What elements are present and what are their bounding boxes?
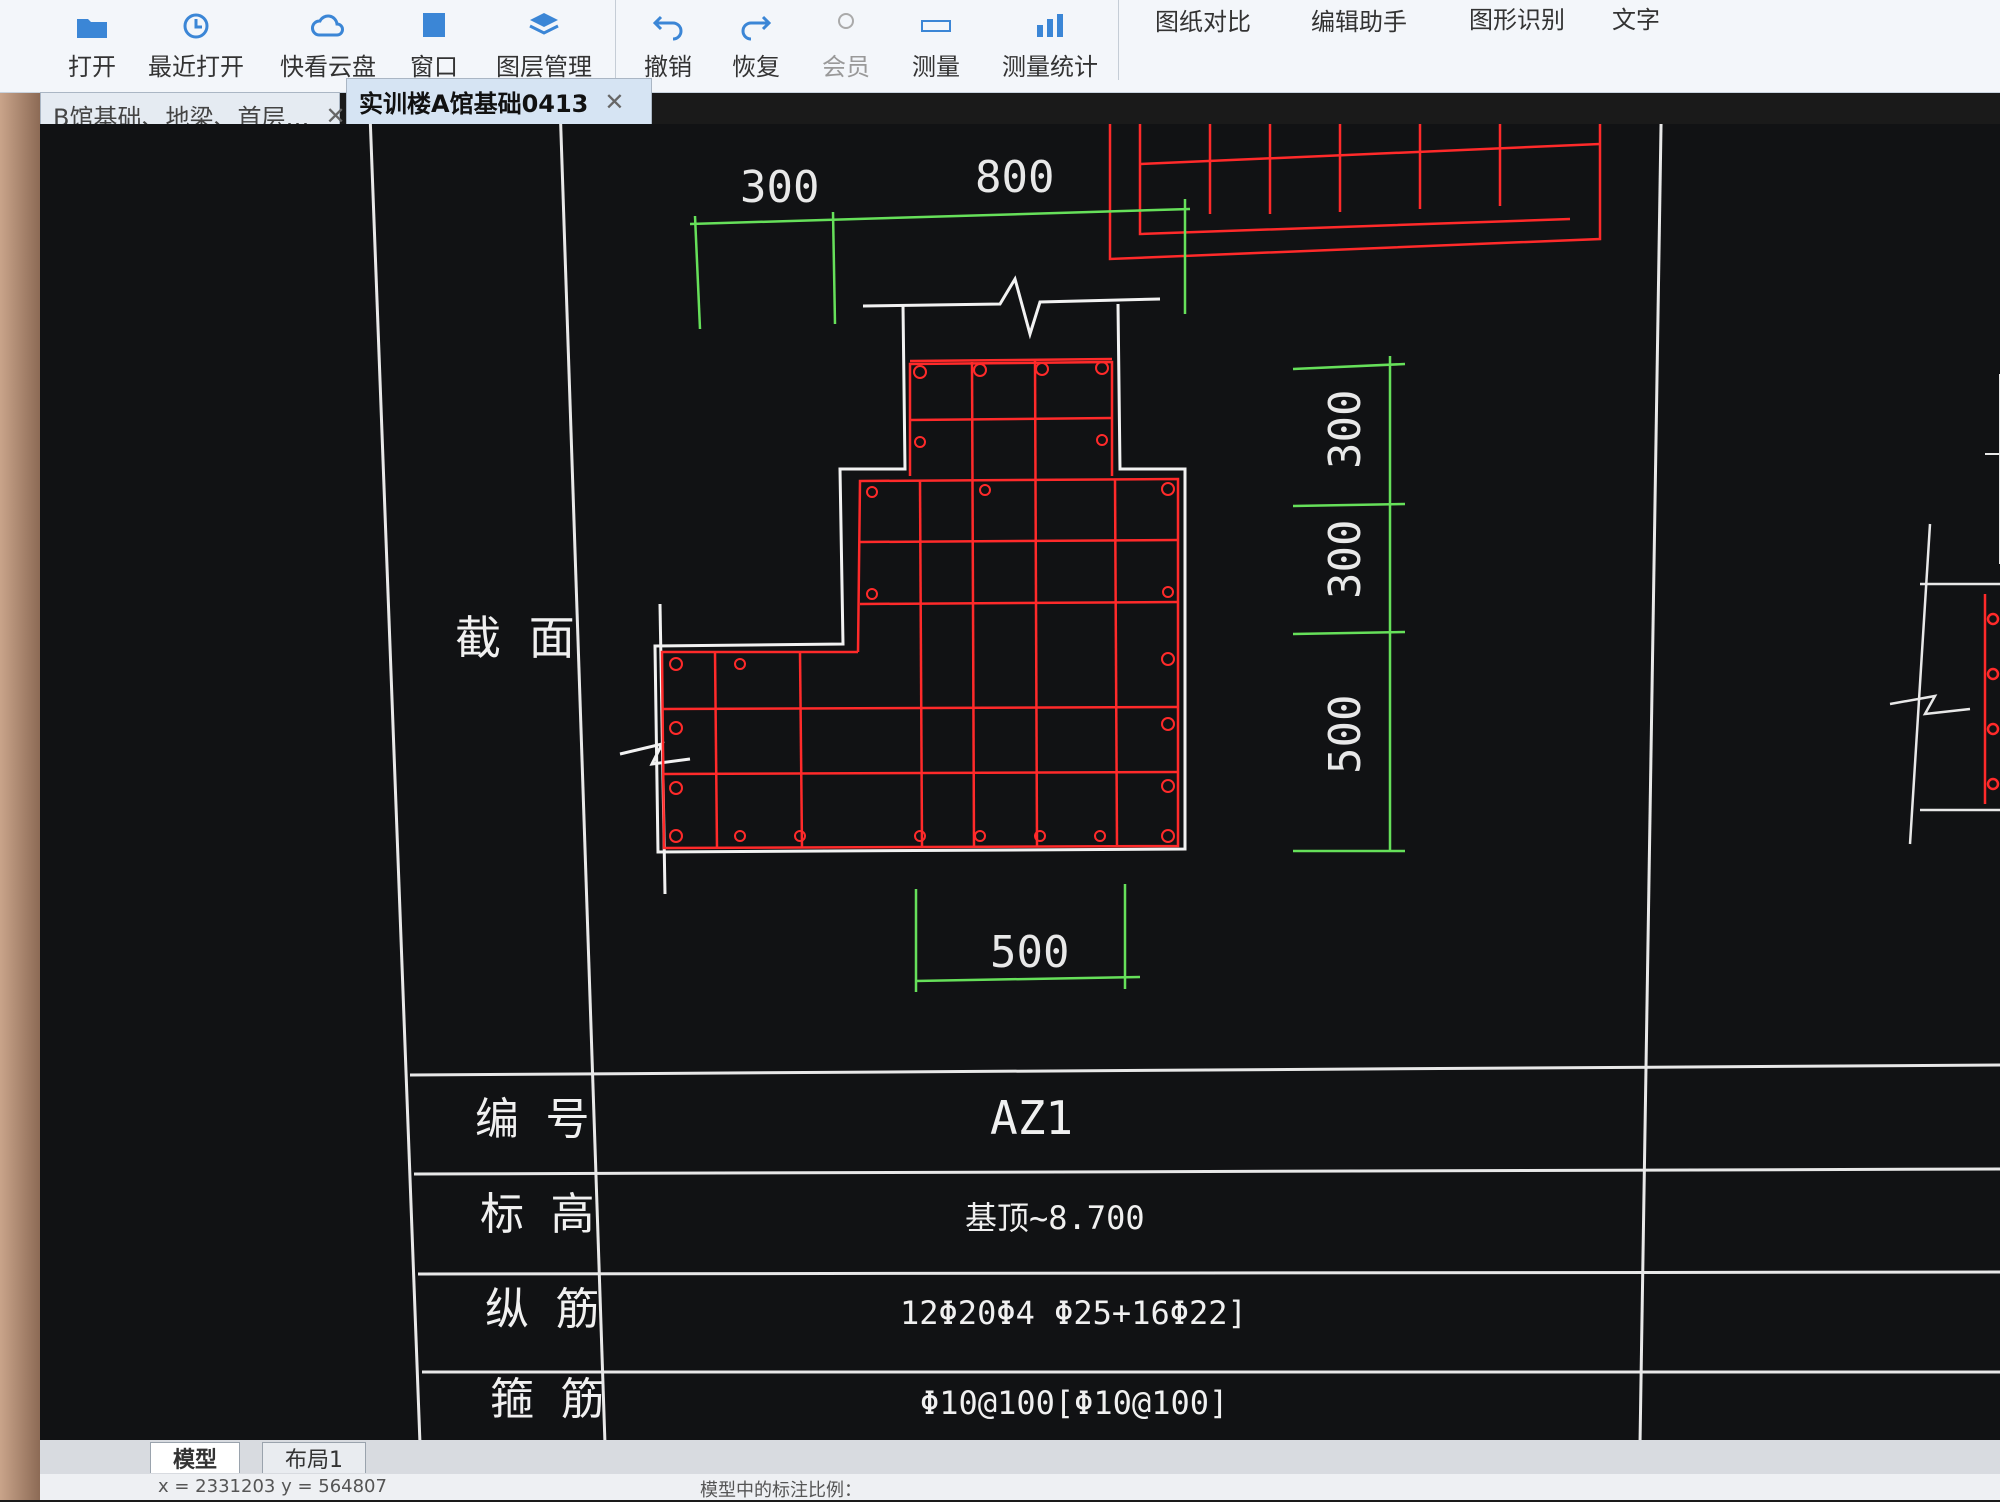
schedule-table-text: 截 面 编 号 AZ1 标 高 基顶~8.700 纵 筋 12Φ20Φ4 Φ25… bbox=[455, 611, 1247, 1425]
row-value-number: AZ1 bbox=[990, 1091, 1073, 1145]
dim-right-bottom: 500 bbox=[1320, 695, 1371, 774]
open-label: 打开 bbox=[68, 53, 116, 81]
close-icon[interactable]: ✕ bbox=[604, 88, 624, 116]
dimension-lines bbox=[689, 199, 1406, 992]
member-button[interactable]: 会员 bbox=[816, 0, 876, 90]
text-button[interactable]: 文字 bbox=[1606, 0, 1666, 90]
dim-right-top: 300 bbox=[1320, 390, 1371, 469]
drawing-compare-label: 图纸对比 bbox=[1155, 8, 1251, 36]
window-button[interactable]: 窗口 bbox=[404, 0, 464, 90]
section-outline bbox=[619, 275, 1187, 895]
layout-tab-bar: 模型 布局1 bbox=[40, 1440, 2000, 1474]
cloud-icon bbox=[311, 14, 344, 37]
text-label: 文字 bbox=[1612, 6, 1660, 34]
redo-button[interactable]: 恢复 bbox=[726, 0, 786, 90]
layer-manage-button[interactable]: 图层管理 bbox=[494, 0, 594, 90]
row-label-number: 编 号 bbox=[475, 1094, 590, 1145]
tab-layout1-label: 布局1 bbox=[285, 1448, 343, 1473]
shape-recognize-button[interactable]: 图形识别 bbox=[1462, 0, 1572, 90]
dim-bottom: 500 bbox=[990, 927, 1069, 978]
recent-clock-icon bbox=[183, 13, 209, 39]
row-value-elevation: 基顶~8.700 bbox=[965, 1199, 1145, 1237]
member-icon bbox=[838, 13, 854, 29]
redo-icon bbox=[741, 15, 772, 41]
layer-manage-label: 图层管理 bbox=[496, 53, 592, 81]
tab-layout1[interactable]: 布局1 bbox=[262, 1442, 366, 1473]
open-button[interactable]: 打开 bbox=[62, 0, 122, 90]
measure-label: 测量 bbox=[912, 53, 960, 81]
tab-training-building[interactable]: 实训楼A馆基础0413 ✕ bbox=[346, 78, 652, 124]
cad-drawing[interactable]: 300 800 300 300 500 500 截 面 编 号 AZ1 标 高 … bbox=[40, 63, 2000, 1445]
main-toolbar: 打开 最近打开 快看云盘 窗口 图层管理 撤销 恢复 会员 测量 测量统计 图纸… bbox=[0, 0, 2000, 93]
member-label: 会员 bbox=[822, 53, 870, 81]
edit-assistant-button[interactable]: 编辑助手 bbox=[1304, 0, 1414, 90]
recent-open-label: 最近打开 bbox=[148, 53, 244, 81]
drawing-compare-button[interactable]: 图纸对比 bbox=[1148, 0, 1258, 90]
measure-button[interactable]: 测量 bbox=[906, 0, 966, 90]
cloud-disk-label: 快看云盘 bbox=[280, 53, 376, 81]
tab-model-label: 模型 bbox=[173, 1448, 218, 1473]
dim-top-left: 300 bbox=[740, 162, 819, 213]
dim-top-right: 800 bbox=[975, 152, 1054, 203]
adjacent-section-outline bbox=[1889, 523, 2000, 845]
row-label-elevation: 标 高 bbox=[480, 1189, 595, 1240]
layers-icon bbox=[529, 13, 559, 35]
tab-label: 实训楼A馆基础0413 bbox=[359, 90, 589, 118]
monitor-bezel bbox=[0, 0, 40, 1500]
shape-recognize-label: 图形识别 bbox=[1469, 6, 1565, 34]
cloud-disk-button[interactable]: 快看云盘 bbox=[278, 0, 378, 90]
tab-model[interactable]: 模型 bbox=[150, 1442, 241, 1473]
measure-stats-icon bbox=[1037, 14, 1063, 37]
dim-right-mid: 300 bbox=[1320, 520, 1371, 599]
adjacent-section-rebar bbox=[1108, 114, 1602, 261]
recent-open-button[interactable]: 最近打开 bbox=[146, 0, 246, 90]
window-label: 窗口 bbox=[410, 53, 458, 81]
section-label: 截 面 bbox=[455, 611, 575, 665]
window-icon bbox=[423, 13, 445, 37]
row-value-longitudinal: 12Φ20Φ4 Φ25+16Φ22] bbox=[900, 1294, 1247, 1332]
row-label-longitudinal: 纵 筋 bbox=[485, 1284, 600, 1335]
edit-assistant-label: 编辑助手 bbox=[1311, 8, 1407, 36]
undo-button[interactable]: 撤销 bbox=[638, 0, 698, 90]
row-value-stirrup: Φ10@100[Φ10@100] bbox=[920, 1384, 1228, 1422]
measure-stats-button[interactable]: 测量统计 bbox=[998, 0, 1102, 90]
status-bar: x = 2331203 y = 564807 模型中的标注比例： bbox=[40, 1474, 2000, 1501]
toolbar-divider bbox=[615, 0, 616, 80]
measure-stats-label: 测量统计 bbox=[1002, 53, 1098, 81]
drawing-canvas[interactable]: 300 800 300 300 500 500 截 面 编 号 AZ1 标 高 … bbox=[40, 63, 2000, 1445]
cursor-coordinates: x = 2331203 y = 564807 bbox=[158, 1476, 387, 1497]
toolbar-divider bbox=[1118, 0, 1119, 80]
undo-icon bbox=[652, 15, 683, 41]
row-label-stirrup: 箍 筋 bbox=[490, 1374, 605, 1425]
section-rebar bbox=[660, 357, 1180, 850]
undo-label: 撤销 bbox=[644, 53, 692, 81]
annotation-scale-hint: 模型中的标注比例： bbox=[700, 1480, 862, 1501]
measure-icon bbox=[921, 20, 951, 32]
adjacent-section-rebar-right bbox=[1983, 594, 2000, 804]
crosshair-cursor bbox=[1985, 374, 2000, 564]
folder-open-icon bbox=[77, 19, 107, 38]
redo-label: 恢复 bbox=[732, 53, 780, 81]
